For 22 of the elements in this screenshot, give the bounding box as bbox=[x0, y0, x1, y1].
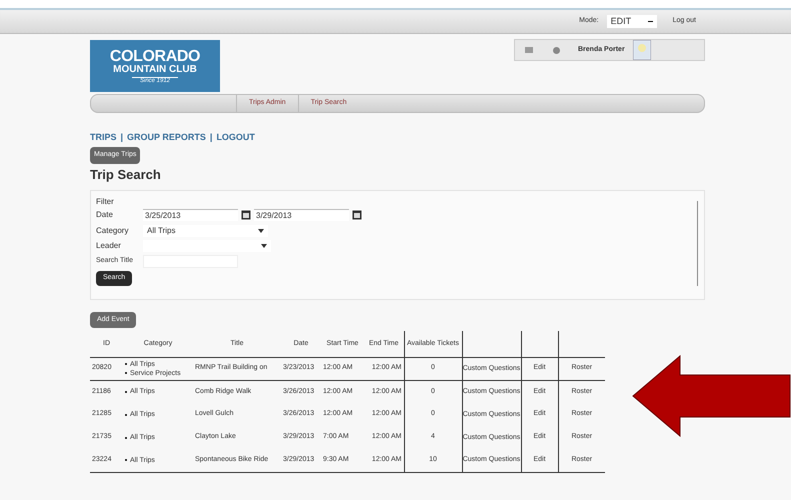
leader-label: Leader bbox=[96, 240, 122, 252]
nav-link[interactable]: GROUP REPORTS bbox=[127, 131, 206, 144]
info-icon[interactable] bbox=[553, 46, 560, 54]
date-label: Date bbox=[96, 208, 114, 220]
date-from-field[interactable]: 3/25/2013 bbox=[143, 208, 238, 220]
nav-link[interactable]: TRIPS bbox=[90, 131, 117, 144]
link-separator: | bbox=[210, 131, 212, 144]
logo-title: COLORADO bbox=[110, 48, 200, 64]
calendar-icon[interactable] bbox=[352, 210, 362, 220]
filter-label: Filter bbox=[96, 196, 115, 208]
caret-icon bbox=[261, 244, 267, 248]
avatar-icon[interactable] bbox=[632, 40, 651, 60]
page-heading: Trip Search bbox=[90, 166, 162, 184]
calendar-icon[interactable] bbox=[241, 210, 251, 220]
category-label: Category bbox=[96, 224, 130, 236]
link-separator: | bbox=[120, 131, 124, 144]
caret-icon bbox=[258, 228, 264, 232]
logo-subtitle: MOUNTAIN CLUB bbox=[113, 64, 197, 74]
date-to-field[interactable]: 3/29/2013 bbox=[254, 208, 349, 220]
mode-select[interactable]: EDIT bbox=[606, 15, 657, 28]
category-select[interactable]: All Trips bbox=[143, 224, 268, 236]
nav-link[interactable]: LOGOUT bbox=[216, 131, 255, 144]
